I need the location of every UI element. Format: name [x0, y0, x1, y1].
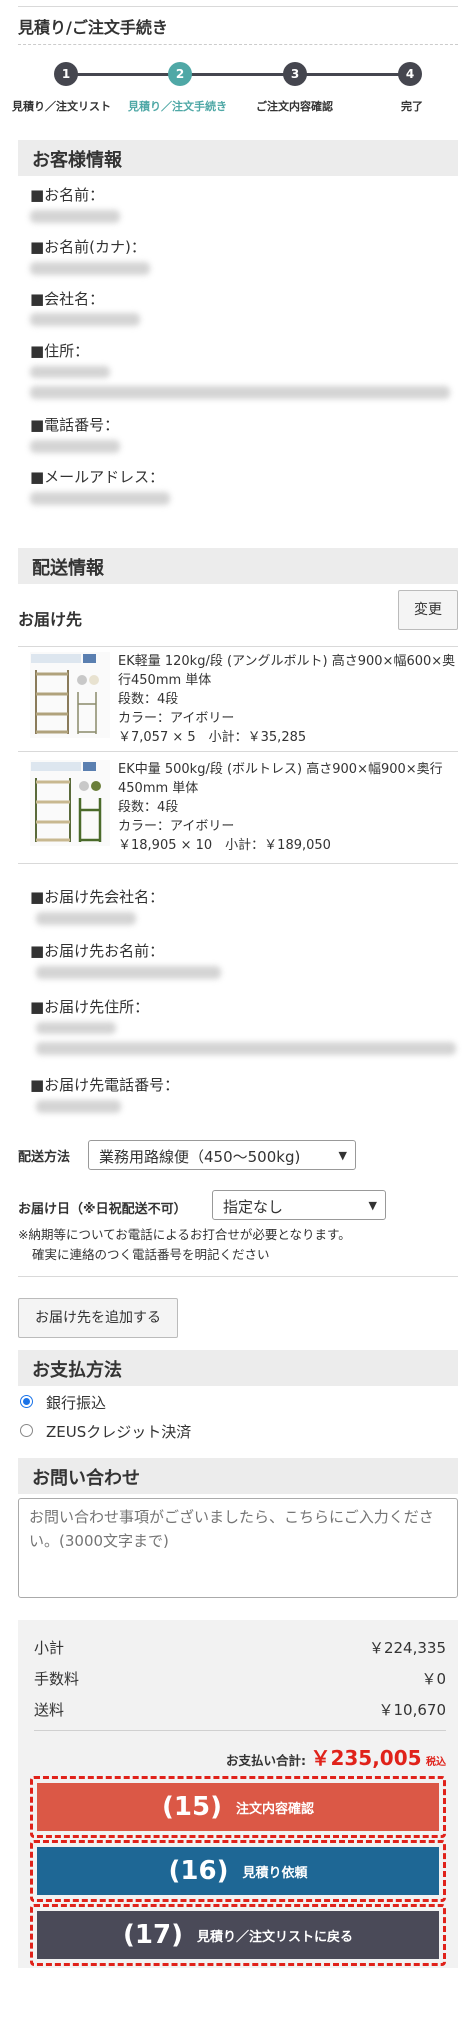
company-label: ■会社名： — [30, 290, 105, 308]
annotation-16: (16) — [168, 1856, 229, 1886]
confirm-order-label: 注文内容確認 — [235, 1801, 314, 1817]
dest-name-value — [36, 966, 221, 979]
total-label: お支払い合計: — [226, 1753, 306, 1768]
phone-label: ■電話番号： — [30, 416, 120, 434]
step-3-label: ご注文内容確認 — [256, 100, 333, 113]
progress-line-active — [66, 73, 180, 76]
inquiry-section-heading: お問い合わせ — [18, 1458, 458, 1494]
dest-address-postcode — [36, 1022, 116, 1034]
step-4-label: 完了 — [401, 100, 423, 113]
customer-kana-value — [30, 262, 150, 275]
back-to-list-button[interactable]: (17) 見積り／注文リストに戻る — [30, 1904, 446, 1966]
address-postcode — [30, 366, 110, 378]
total-value: ￥235,005 — [310, 1746, 422, 1770]
step-4-marker: 4 — [398, 62, 422, 86]
dest-phone-value — [36, 1100, 121, 1113]
inquiry-textarea[interactable] — [18, 1498, 458, 1598]
item-2-name: EK中量 500kg/段 (ボルトレス) 高さ900×幅900×奥行450mm … — [118, 762, 443, 796]
customer-name-label: ■お名前： — [30, 186, 105, 204]
company-value — [30, 313, 140, 326]
dest-name-label: ■お届け先お名前： — [30, 942, 165, 960]
dest-company-value — [36, 912, 136, 925]
delivery-date-label: お届け日（※日祝配送不可） — [18, 1202, 187, 1217]
email-value — [30, 492, 170, 505]
product-image — [30, 760, 110, 846]
shipping-method-value: 業務用路線便（450〜500kg) — [99, 1148, 301, 1166]
add-destination-button[interactable]: お届け先を追加する — [18, 1298, 178, 1338]
shipping-fee-row: 送料 ￥10,670 — [34, 1699, 446, 1720]
email-label: ■メールアドレス： — [30, 468, 165, 486]
shipping-method-select[interactable]: 業務用路線便（450〜500kg) ▼ — [88, 1140, 356, 1170]
item-1-tiers: 段数：4段 — [118, 692, 179, 707]
dest-address-label: ■お届け先住所： — [30, 998, 150, 1016]
dest-phone-label: ■お届け先電話番号： — [30, 1076, 180, 1094]
shipping-section-heading: 配送情報 — [18, 548, 458, 584]
dest-company-label: ■お届け先会社名： — [30, 888, 165, 906]
subtotal-row: 小計 ￥224,335 — [34, 1637, 446, 1658]
request-quote-label: 見積り依頼 — [242, 1865, 308, 1881]
address-value — [30, 386, 450, 399]
tax-label: 税込 — [426, 1757, 446, 1768]
customer-name-value — [30, 210, 120, 223]
shipping-fee-label: 送料 — [34, 1701, 65, 1719]
back-to-list-label: 見積り／注文リストに戻る — [196, 1929, 353, 1945]
step-1-marker: 1 — [54, 62, 78, 86]
customer-section-heading: お客様情報 — [18, 140, 458, 176]
step-2-label: 見積り／注文手続き — [128, 100, 227, 113]
chevron-down-icon: ▼ — [338, 1149, 347, 1162]
payment-section-heading: お支払方法 — [18, 1350, 458, 1386]
step-1-label: 見積り／注文リスト — [12, 100, 111, 113]
delivery-date-value: 指定なし — [223, 1198, 284, 1216]
phone-note-line2: 確実に連絡のつく電話番号を明記ください — [32, 1247, 270, 1262]
address-label: ■住所： — [30, 342, 90, 360]
customer-kana-label: ■お名前(カナ)： — [30, 238, 146, 256]
payment-radio-zeus[interactable] — [20, 1424, 33, 1437]
item-1-price: ￥7,057 × 5 小計：￥35,285 — [118, 730, 307, 745]
fee-label: 手数料 — [34, 1670, 80, 1688]
payment-radio-bank[interactable] — [20, 1395, 33, 1408]
annotation-17: (17) — [123, 1920, 183, 1950]
fee-row: 手数料 ￥0 — [34, 1668, 446, 1689]
request-quote-button[interactable]: (16) 見積り依頼 — [30, 1840, 446, 1902]
chevron-down-icon: ▼ — [368, 1199, 377, 1212]
item-1-name: EK軽量 120kg/段 (アングルボルト) 高さ900×幅600×奥行450m… — [118, 654, 456, 688]
item-2-tiers: 段数：4段 — [118, 800, 179, 815]
subtotal-label: 小計 — [34, 1639, 65, 1657]
step-2-marker: 2 — [168, 62, 192, 86]
item-2-color: カラー：アイボリー — [118, 819, 235, 834]
phone-value — [30, 440, 120, 453]
cart-item-1: EK軽量 120kg/段 (アングルボルト) 高さ900×幅600×奥行450m… — [118, 652, 458, 747]
page-title: 見積り/ご注文手続き — [18, 18, 168, 37]
destination-label: お届け先 — [18, 610, 83, 629]
subtotal-value: ￥224,335 — [368, 1639, 446, 1657]
change-destination-button[interactable]: 変更 — [398, 590, 458, 630]
cart-item-2: EK中量 500kg/段 (ボルトレス) 高さ900×幅900×奥行450mm … — [118, 760, 458, 855]
shipping-fee-value: ￥10,670 — [378, 1701, 447, 1719]
annotation-15: (15) — [162, 1792, 222, 1822]
confirm-order-button[interactable]: (15) 注文内容確認 — [30, 1776, 446, 1838]
item-2-price: ￥18,905 × 10 小計：￥189,050 — [118, 838, 331, 853]
step-3-marker: 3 — [283, 62, 307, 86]
total-row: お支払い合計: ￥235,005 税込 — [34, 1742, 446, 1771]
fee-value: ￥0 — [421, 1670, 446, 1688]
product-image — [30, 652, 110, 738]
item-1-color: カラー：アイボリー — [118, 711, 235, 726]
phone-note-line1: ※納期等についてお電話によるお打合せが必要となります。 — [18, 1227, 351, 1242]
shipping-method-label: 配送方法 — [18, 1150, 71, 1165]
payment-option-bank[interactable]: 銀行振込 — [46, 1392, 106, 1413]
delivery-date-select[interactable]: 指定なし ▼ — [212, 1190, 386, 1220]
payment-option-zeus[interactable]: ZEUSクレジット決済 — [46, 1421, 191, 1442]
dest-address-value — [36, 1042, 456, 1055]
